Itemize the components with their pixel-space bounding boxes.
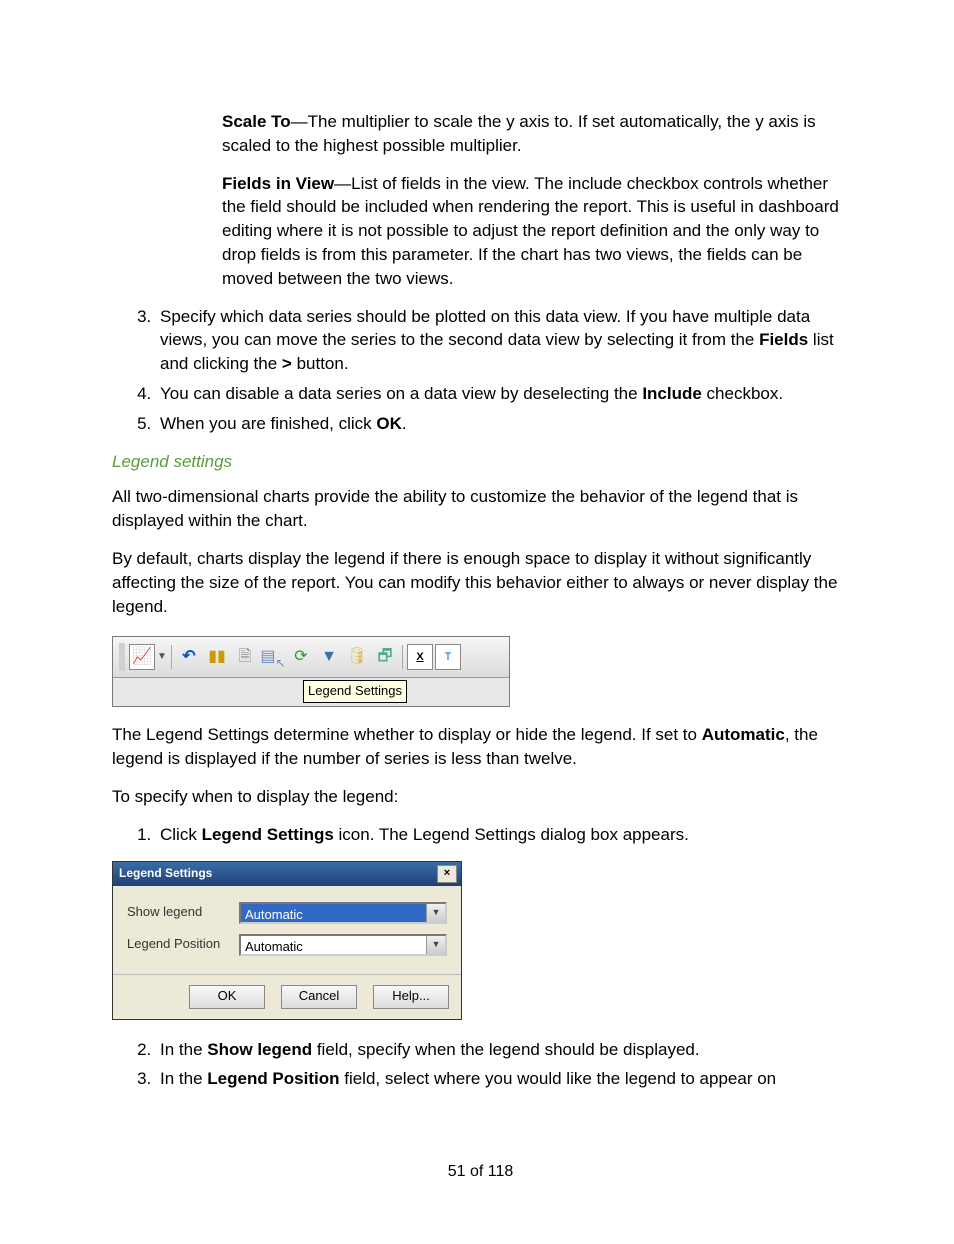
dropdown-arrow-icon[interactable]: ▼ bbox=[426, 904, 445, 922]
select-value: Automatic bbox=[241, 936, 426, 954]
toolbar: 📈 ▼ ↶ ▮▮ 🗎 ▤↖ ⟳ ▼ 🛢 🗗 X T bbox=[113, 637, 509, 678]
show-legend-label: Show legend bbox=[127, 903, 239, 921]
chart-type-icon[interactable]: 📈 bbox=[129, 644, 155, 670]
page-number: 51 of 118 bbox=[112, 1161, 849, 1183]
database-icon[interactable]: 🛢 bbox=[344, 644, 370, 670]
ok-button[interactable]: OK bbox=[189, 985, 265, 1009]
definition-text: The multiplier to scale the y axis to. I… bbox=[222, 112, 816, 155]
help-button[interactable]: Help... bbox=[373, 985, 449, 1009]
definition-scale-to: Scale To—The multiplier to scale the y a… bbox=[222, 110, 849, 158]
select-value: Automatic bbox=[241, 904, 426, 922]
legend-settings-icon[interactable]: ▤↖ bbox=[260, 644, 286, 670]
toolbar-figure: 📈 ▼ ↶ ▮▮ 🗎 ▤↖ ⟳ ▼ 🛢 🗗 X T Legend Setting… bbox=[112, 636, 510, 707]
filter-icon[interactable]: ▼ bbox=[316, 644, 342, 670]
ordered-list-2-cont: In the Show legend field, specify when t… bbox=[112, 1038, 849, 1092]
paragraph: To specify when to display the legend: bbox=[112, 785, 849, 809]
paragraph: By default, charts display the legend if… bbox=[112, 547, 849, 618]
separator bbox=[402, 645, 403, 669]
toolbar-grip bbox=[119, 643, 125, 671]
bar-chart-icon[interactable]: ▮▮ bbox=[204, 644, 230, 670]
list-item: In the Show legend field, specify when t… bbox=[156, 1038, 849, 1062]
x-axis-icon[interactable]: X bbox=[407, 644, 433, 670]
dropdown-arrow-icon[interactable]: ▼ bbox=[157, 650, 167, 664]
dialog-titlebar: Legend Settings × bbox=[113, 862, 461, 886]
export-icon[interactable]: 🗗 bbox=[372, 644, 398, 670]
legend-position-select[interactable]: Automatic ▼ bbox=[239, 934, 447, 956]
dropdown-arrow-icon[interactable]: ▼ bbox=[426, 936, 445, 954]
dialog-title: Legend Settings bbox=[119, 865, 212, 882]
ordered-list-2: Click Legend Settings icon. The Legend S… bbox=[112, 823, 849, 847]
list-item: Specify which data series should be plot… bbox=[156, 305, 849, 376]
section-heading: Legend settings bbox=[112, 450, 849, 474]
list-item: Click Legend Settings icon. The Legend S… bbox=[156, 823, 849, 847]
tooltip: Legend Settings bbox=[303, 680, 407, 702]
legend-settings-dialog: Legend Settings × Show legend Automatic … bbox=[112, 861, 462, 1020]
paragraph: The Legend Settings determine whether to… bbox=[112, 723, 849, 771]
text-icon[interactable]: T bbox=[435, 644, 461, 670]
show-legend-select[interactable]: Automatic ▼ bbox=[239, 902, 447, 924]
list-item: You can disable a data series on a data … bbox=[156, 382, 849, 406]
legend-position-label: Legend Position bbox=[127, 935, 239, 953]
list-item: In the Legend Position field, select whe… bbox=[156, 1067, 849, 1091]
paragraph: All two-dimensional charts provide the a… bbox=[112, 485, 849, 533]
close-button[interactable]: × bbox=[437, 865, 457, 883]
ordered-list-1: Specify which data series should be plot… bbox=[112, 305, 849, 436]
definition-fields-in-view: Fields in View—List of fields in the vie… bbox=[222, 172, 849, 291]
list-item: When you are finished, click OK. bbox=[156, 412, 849, 436]
tooltip-area: Legend Settings bbox=[113, 678, 509, 706]
page-icon[interactable]: 🗎 bbox=[232, 644, 258, 670]
separator bbox=[171, 645, 172, 669]
term: Scale To bbox=[222, 112, 291, 131]
cancel-button[interactable]: Cancel bbox=[281, 985, 357, 1009]
refresh-icon[interactable]: ⟳ bbox=[288, 644, 314, 670]
undo-icon[interactable]: ↶ bbox=[176, 644, 202, 670]
term: Fields in View bbox=[222, 174, 334, 193]
